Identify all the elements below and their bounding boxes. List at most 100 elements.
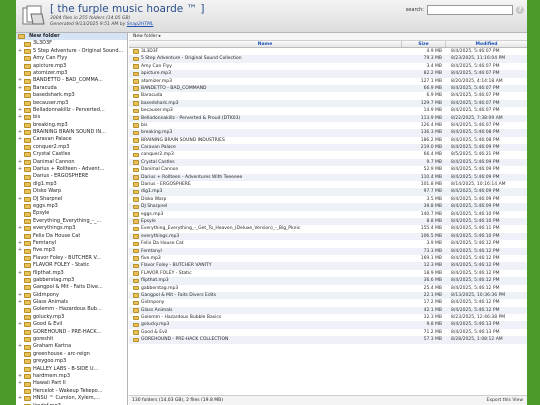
expand-toggle-icon[interactable]: + <box>16 77 24 84</box>
expand-toggle-icon[interactable]: + <box>16 373 24 380</box>
expand-toggle-icon[interactable]: + <box>16 380 24 387</box>
tree-item[interactable]: basedshark.mp3 <box>16 92 127 99</box>
tree-item[interactable]: FLAVOR FOLEY - Static <box>16 262 127 269</box>
expand-toggle-icon[interactable]: + <box>16 343 24 350</box>
expand-toggle-icon[interactable]: + <box>16 107 24 114</box>
table-row[interactable]: becauser.mp3 14.9 MB 8/4/2025, 5:46:07 PM <box>129 107 527 114</box>
tree-item[interactable]: Everything_Everything_-_... <box>16 218 127 225</box>
tree-item[interactable]: Darius - ERGOSPHERE <box>16 173 127 180</box>
tree-item[interactable]: Disko Warp <box>16 188 127 195</box>
table-row[interactable]: Golemm - Hazardous Bubble Basics 32.3 MB 8… <box>129 314 527 321</box>
tree-item[interactable]: dig1.mp3 <box>16 181 127 188</box>
table-row[interactable]: Femtanyl 73.3 MB 8/4/2025, 5:46:12 PM <box>129 247 527 255</box>
tree-item[interactable]: + Darius + Rollteen - Advent... <box>16 166 127 173</box>
tree-item[interactable]: + Baracuda <box>16 85 127 92</box>
tree-item[interactable]: HALLEY LABS - B-SIDE U... <box>16 366 127 373</box>
tree-item[interactable]: Golemm - Hazardous Bub... <box>16 306 127 313</box>
tree-item[interactable]: + HNSU ™ Cumion, Xylem,... <box>16 395 127 402</box>
table-row[interactable]: Baracuda 6.9 MB 8/4/2025, 5:46:07 PM <box>129 92 527 99</box>
tree-item[interactable]: Amy Can Flyy <box>16 55 127 62</box>
table-row[interactable]: Danimal Cannon 52.9 MB 8/4/2025, 5:46:09 P… <box>129 166 527 173</box>
table-row[interactable]: BRAINING BRAIN SOUND INDUSTRIES 186.2 MB 8… <box>129 137 527 144</box>
tree-item[interactable]: goreshit <box>16 336 127 343</box>
tree-item[interactable]: Hercelot - Wakeup Tekepo... <box>16 388 127 395</box>
expand-toggle-icon[interactable]: + <box>16 395 24 402</box>
tree-item[interactable]: +5 Step Adventure - Original Sound... <box>16 48 127 55</box>
tree-item[interactable]: + Caravan Palace <box>16 136 127 143</box>
table-row[interactable]: 3L3D3F 4.9 MB 8/4/2025, 5:46:07 PM <box>129 48 527 55</box>
table-row[interactable]: Gidrnpony 17.2 MB 8/4/2025, 5:46:12 PM <box>129 299 527 306</box>
tree-item[interactable]: + Danimal Cannon <box>16 159 127 166</box>
tree-item[interactable]: + bis <box>16 114 127 121</box>
table-row[interactable]: everythings.mp3 106.5 MB 8/4/2025, 5:46:10… <box>129 232 527 241</box>
tree-item[interactable]: 3L3D3F <box>16 40 127 47</box>
table-row[interactable]: Disko Warp 3.5 MB 8/4/2025, 5:46:09 PM <box>129 196 527 203</box>
table-row[interactable]: Good & Evil 71.2 MB 8/4/2025, 5:46:13 PM <box>129 329 527 336</box>
table-row[interactable]: Gangpol & Mit - Faits Divers Edits 22.1 M… <box>129 291 527 300</box>
table-row[interactable]: Epsyle 8.8 MB 8/4/2025, 5:46:10 PM <box>129 217 527 226</box>
expand-toggle-icon[interactable]: + <box>16 136 24 143</box>
tree-item[interactable]: + five.mp3 <box>16 247 127 254</box>
tree-item[interactable]: + Good & Evil <box>16 321 127 328</box>
tree-item[interactable]: atomizer.mp3 <box>16 70 127 77</box>
expand-toggle-icon[interactable]: + <box>16 85 24 92</box>
table-row[interactable]: bis 126.4 MB 8/4/2025, 5:46:07 PM <box>129 122 527 129</box>
expand-toggle-icon[interactable]: + <box>16 240 24 247</box>
tree-item[interactable]: + BANDETTO - BAD_COMMA... <box>16 77 127 84</box>
tree-item[interactable]: Flavor Foley - BUTCHER V... <box>16 255 127 262</box>
table-row[interactable]: Amy Can Flyy 3.4 MB 8/4/2025, 5:46:07 PM <box>129 63 527 70</box>
tree-item[interactable]: GOREHOUND - PRE-HACK... <box>16 329 127 336</box>
breadcrumb[interactable]: New folder ▸ <box>129 33 527 41</box>
tree-item[interactable]: Crystal Castles <box>16 151 127 158</box>
tree-item[interactable]: gabberstag.mp3 <box>16 277 127 284</box>
tree-item[interactable]: Felix Da House Cat <box>16 233 127 240</box>
tree-root[interactable]: New folder <box>16 33 127 41</box>
table-row[interactable]: Belladonnakillz - Perverted & Proud (DTK… <box>129 114 527 122</box>
tree-item[interactable]: + Femtanyl <box>16 240 127 247</box>
tree-item[interactable]: greenhouse - arc-reign <box>16 351 127 358</box>
column-size[interactable]: Size <box>401 41 445 47</box>
table-row[interactable]: Caravan Palace 219.0 MB 8/4/2025, 5:46:09 … <box>129 144 527 152</box>
tree-item[interactable]: + Hawaii Part II <box>16 380 127 387</box>
expand-toggle-icon[interactable]: + <box>16 114 24 121</box>
table-row[interactable]: breaking.mp3 136.3 MB 8/4/2025, 5:46:08 PM <box>129 129 527 137</box>
snap2html-link[interactable]: Snap2HTML <box>127 22 154 27</box>
tree-item[interactable]: + Belladonnakillz - Perverted... <box>16 107 127 114</box>
table-row[interactable]: dig1.mp3 97.7 MB 8/4/2025, 5:46:09 PM <box>129 188 527 196</box>
tree-item[interactable]: + DJ Sharpnel <box>16 196 127 203</box>
tree-item[interactable]: + everythings.mp3 <box>16 225 127 232</box>
table-row[interactable]: flipthat.mp3 36.6 MB 8/4/2025, 5:46:12 PM <box>129 277 527 285</box>
table-row[interactable]: Glass Animals 42.1 MB 8/4/2025, 5:46:12 PM <box>129 306 527 315</box>
tree-item[interactable]: + hardmem.mp3 <box>16 373 127 380</box>
tree-item[interactable]: + BRAINING BRAIN SOUND IN... <box>16 129 127 136</box>
expand-toggle-icon[interactable]: + <box>16 159 24 166</box>
table-row[interactable]: Everything_Everything_-_Get_To_Heaven_(D… <box>129 225 527 232</box>
table-row[interactable]: 5 Step Adventure - Original Sound Collec… <box>129 55 527 63</box>
tree-item[interactable]: golucky.mp3 <box>16 314 127 321</box>
table-row[interactable]: Darius + Rollteen - Adventures With Teee… <box>129 173 527 182</box>
tree-item[interactable]: + Gidrnpony <box>16 292 127 299</box>
expand-toggle-icon[interactable]: + <box>16 196 24 203</box>
tree-item[interactable]: becauser.mp3 <box>16 100 127 107</box>
table-row[interactable]: golucky.mp3 9.8 MB 8/4/2025, 5:46:13 PM <box>129 321 527 329</box>
expand-toggle-icon[interactable]: + <box>16 129 24 136</box>
table-row[interactable]: apicture.mp3 82.2 MB 8/4/2025, 5:46:07 PM <box>129 70 527 78</box>
expand-toggle-icon[interactable]: + <box>16 270 24 277</box>
help-icon[interactable]: ? <box>516 6 524 14</box>
export-link[interactable]: Export this View <box>487 396 523 405</box>
tree-item[interactable]: + Graham Kartna <box>16 343 127 350</box>
column-modified[interactable]: Modified <box>445 41 527 47</box>
table-row[interactable]: BANDETTO - BAD_COMMAND 66.9 MB 8/4/2025, 5… <box>129 84 527 93</box>
tree-item[interactable]: eggs.mp3 <box>16 203 127 210</box>
tree-item[interactable]: Gangpol & Mit - Faits Dive... <box>16 284 127 291</box>
expand-toggle-icon[interactable]: + <box>16 321 24 328</box>
tree-item[interactable]: greygoo.mp3 <box>16 358 127 365</box>
expand-toggle-icon[interactable]: + <box>16 299 24 306</box>
table-row[interactable]: gabberstag.mp3 25.4 MB 8/4/2025, 5:46:12 P… <box>129 285 527 292</box>
table-row[interactable]: Darius - ERGOSPHERE 101.8 MB 8/14/2025, 10… <box>129 181 527 188</box>
expand-toggle-icon[interactable]: + <box>16 247 24 254</box>
tree-item[interactable]: apicture.mp3 <box>16 63 127 70</box>
table-row[interactable]: five.mp3 169.1 MB 8/4/2025, 5:46:12 PM <box>129 255 527 262</box>
table-row[interactable]: Crystal Castles 9.7 MB 8/4/2025, 5:46:09 P… <box>129 158 527 167</box>
table-row[interactable]: Flavor Foley - BUTCHER VANITY 12.3 MB 8/4/… <box>129 262 527 270</box>
